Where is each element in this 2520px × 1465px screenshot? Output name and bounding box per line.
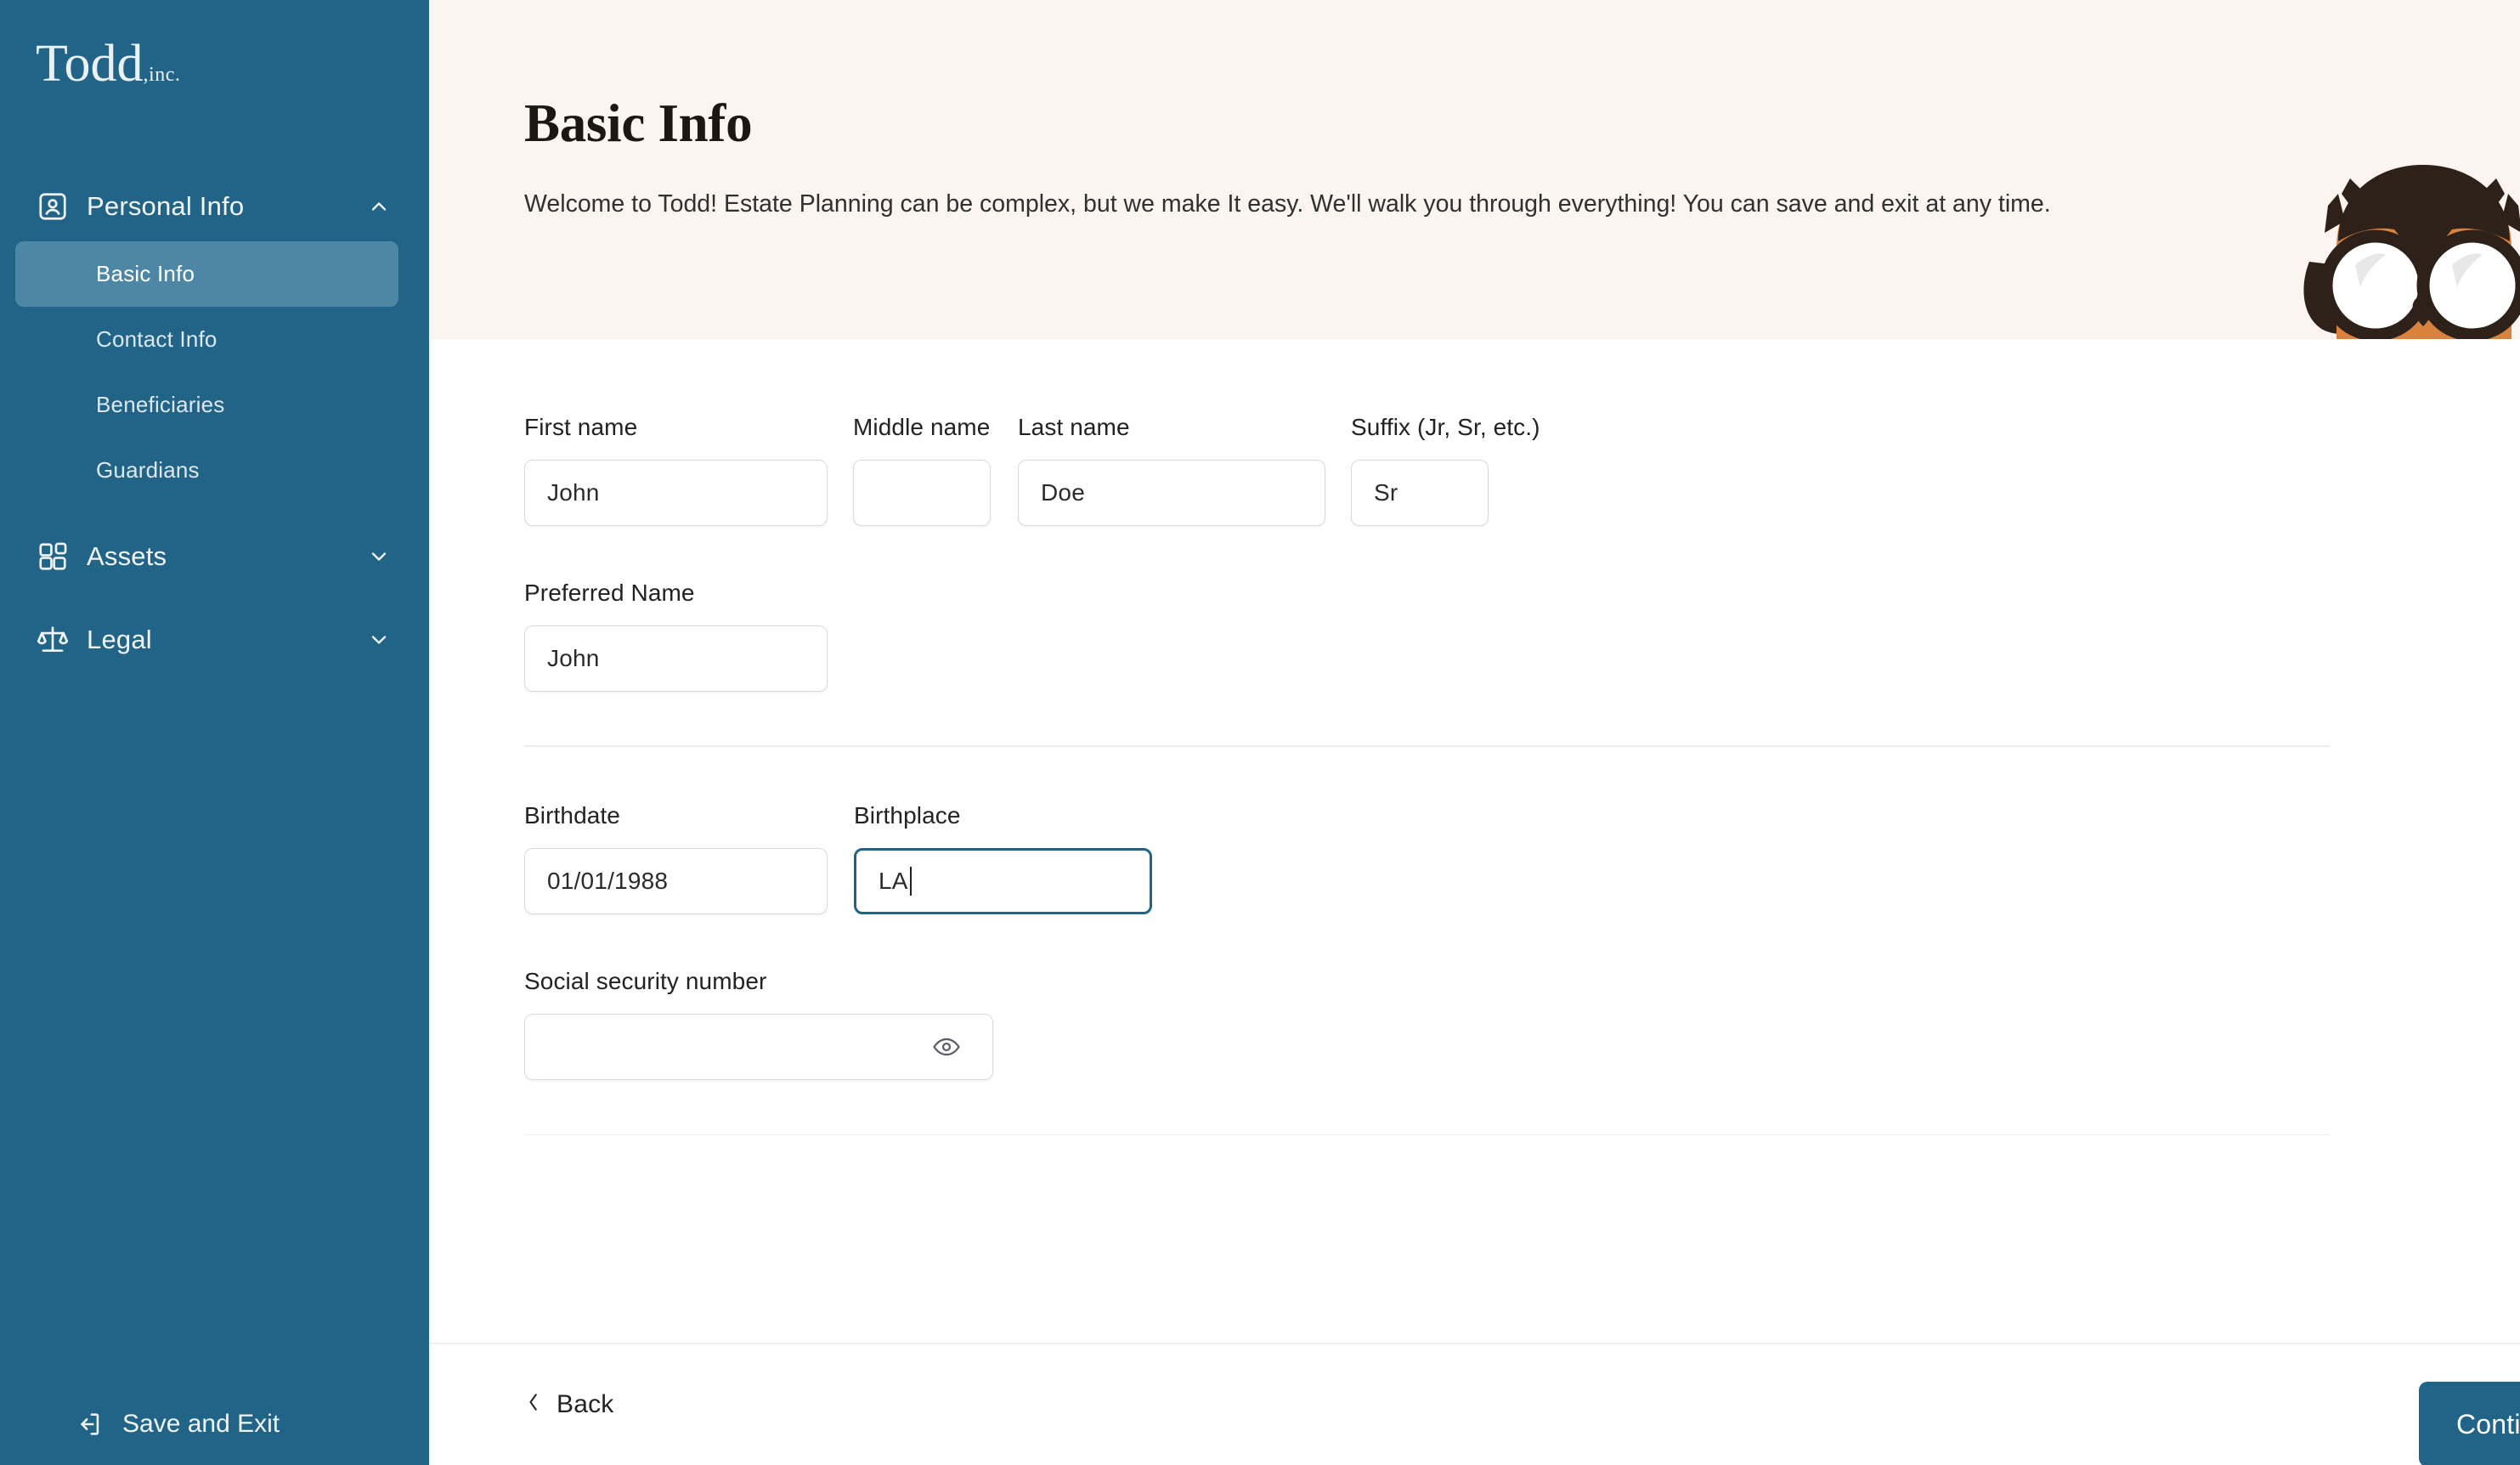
blocks-icon bbox=[36, 540, 70, 574]
suffix-label: Suffix (Jr, Sr, etc.) bbox=[1351, 414, 1540, 440]
sidebar-subitem-label: Beneficiaries bbox=[96, 392, 225, 417]
field-suffix: Suffix (Jr, Sr, etc.) Sr bbox=[1351, 414, 1540, 526]
nav-group-legal: Legal bbox=[0, 610, 429, 670]
sidebar-item-label: Assets bbox=[87, 541, 167, 571]
last-name-value: Doe bbox=[1041, 479, 1085, 506]
preferred-name-value: John bbox=[547, 645, 600, 671]
sidebar-item-assets[interactable]: Assets bbox=[0, 527, 429, 586]
sidebar-item-basic-info[interactable]: Basic Info bbox=[15, 241, 398, 307]
suffix-value: Sr bbox=[1374, 479, 1398, 506]
field-social-security-number: Social security number bbox=[524, 968, 993, 1080]
section-divider-bottom bbox=[524, 1134, 2330, 1135]
sidebar-item-legal[interactable]: Legal bbox=[0, 610, 429, 670]
form-row-ssn: Social security number bbox=[524, 914, 2520, 1080]
app-root: Todd,inc. Personal Info Basic Info Conta… bbox=[0, 0, 2520, 1465]
brand-name: Todd bbox=[36, 35, 144, 93]
field-birthplace: Birthplace LA bbox=[854, 802, 1152, 914]
brand-suffix: ,inc. bbox=[143, 64, 181, 86]
sidebar-item-label: Personal Info bbox=[87, 191, 245, 221]
first-name-value: John bbox=[547, 479, 600, 506]
owl-mascot-icon bbox=[2294, 160, 2520, 339]
main-content: Basic Info Welcome to Todd! Estate Plann… bbox=[429, 0, 2520, 1465]
field-first-name: First name John bbox=[524, 414, 828, 526]
nav-group-personal-info: Personal Info Basic Info Contact Info Be… bbox=[0, 177, 429, 503]
back-button[interactable]: Back bbox=[524, 1389, 614, 1420]
page-header: Basic Info Welcome to Todd! Estate Plann… bbox=[429, 0, 2520, 339]
field-middle-name: Middle name bbox=[853, 414, 991, 526]
form-footer: Back Continue bbox=[429, 1343, 2520, 1465]
last-name-input[interactable]: Doe bbox=[1018, 460, 1325, 526]
field-last-name: Last name Doe bbox=[1018, 414, 1325, 526]
suffix-input[interactable]: Sr bbox=[1351, 460, 1489, 526]
eye-icon[interactable] bbox=[931, 1032, 962, 1062]
last-name-label: Last name bbox=[1018, 414, 1130, 440]
sidebar-item-personal-info[interactable]: Personal Info bbox=[0, 177, 429, 236]
sidebar: Todd,inc. Personal Info Basic Info Conta… bbox=[0, 0, 429, 1465]
birthdate-input[interactable]: 01/01/1988 bbox=[524, 847, 828, 914]
birthplace-value: LA bbox=[879, 867, 908, 894]
form-row-preferred-name: Preferred Name John bbox=[524, 526, 2520, 692]
middle-name-label: Middle name bbox=[853, 414, 991, 440]
first-name-label: First name bbox=[524, 414, 638, 440]
sidebar-nav: Personal Info Basic Info Contact Info Be… bbox=[0, 177, 429, 670]
sidebar-item-guardians[interactable]: Guardians bbox=[15, 438, 398, 503]
text-caret bbox=[909, 866, 912, 896]
birthdate-label: Birthdate bbox=[524, 801, 620, 829]
page-description: Welcome to Todd! Estate Planning can be … bbox=[524, 190, 2051, 218]
scales-icon bbox=[36, 623, 70, 657]
sidebar-item-beneficiaries[interactable]: Beneficiaries bbox=[15, 372, 398, 438]
sidebar-item-label: Legal bbox=[87, 625, 152, 654]
sidebar-item-contact-info[interactable]: Contact Info bbox=[15, 307, 398, 372]
sidebar-subitem-label: Guardians bbox=[96, 457, 200, 483]
basic-info-form: First name John Middle name Last name Do… bbox=[429, 339, 2520, 1343]
chevron-down-icon[interactable] bbox=[364, 625, 393, 654]
sidebar-subitem-label: Contact Info bbox=[96, 326, 218, 352]
continue-label: Continue bbox=[2456, 1408, 2520, 1440]
chevron-down-icon[interactable] bbox=[364, 542, 393, 571]
ssn-label: Social security number bbox=[524, 967, 767, 994]
birthplace-label: Birthplace bbox=[854, 801, 961, 829]
birthdate-value: 01/01/1988 bbox=[547, 867, 669, 894]
save-and-exit-button[interactable]: Save and Exit bbox=[0, 1383, 429, 1465]
form-row-names: First name John Middle name Last name Do… bbox=[524, 339, 2520, 526]
ssn-input[interactable] bbox=[524, 1013, 993, 1080]
exit-arrow-icon bbox=[75, 1410, 104, 1439]
preferred-name-input[interactable]: John bbox=[524, 625, 828, 692]
birthplace-input[interactable]: LA bbox=[854, 847, 1152, 914]
brand-logo[interactable]: Todd,inc. bbox=[36, 37, 180, 90]
chevron-left-icon bbox=[524, 1389, 541, 1420]
middle-name-input[interactable] bbox=[853, 460, 991, 526]
field-birthdate: Birthdate 01/01/1988 bbox=[524, 802, 828, 914]
form-row-birth: Birthdate 01/01/1988 Birthplace LA bbox=[524, 747, 2520, 914]
sidebar-subitem-label: Basic Info bbox=[96, 261, 195, 286]
field-preferred-name: Preferred Name John bbox=[524, 580, 828, 692]
user-card-icon bbox=[36, 189, 70, 223]
save-and-exit-label: Save and Exit bbox=[122, 1410, 280, 1438]
chevron-up-icon[interactable] bbox=[364, 192, 393, 221]
nav-group-assets: Assets bbox=[0, 527, 429, 586]
nav-sublist-personal-info: Basic Info Contact Info Beneficiaries Gu… bbox=[0, 241, 429, 503]
page-title: Basic Info bbox=[524, 93, 753, 153]
first-name-input[interactable]: John bbox=[524, 460, 828, 526]
back-label: Back bbox=[557, 1390, 614, 1418]
preferred-name-label: Preferred Name bbox=[524, 580, 695, 606]
continue-button[interactable]: Continue bbox=[2419, 1382, 2520, 1465]
